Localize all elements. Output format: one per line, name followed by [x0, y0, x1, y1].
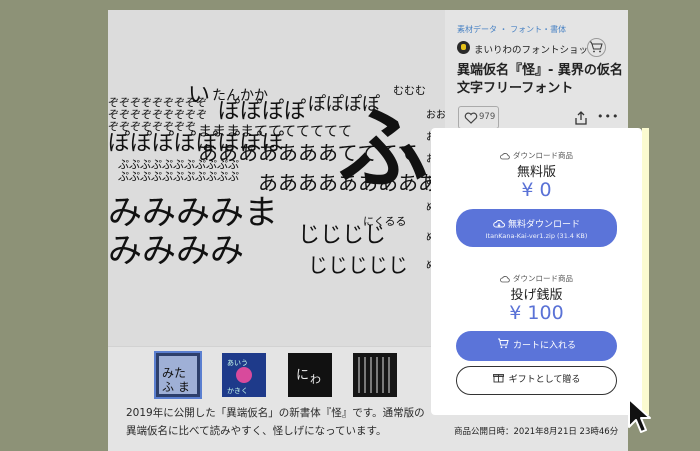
cart-icon — [497, 338, 509, 349]
svg-text:みみみみま: みみみみま — [108, 193, 278, 233]
shop-info: まいりわのフォントショップ — [457, 38, 607, 57]
svg-text:にくるる: にくるる — [363, 215, 407, 228]
purchase-card: ダウンロード商品 無料版 ¥ 0 無料ダウンロード ItanKana-Kai-v… — [431, 128, 642, 415]
svg-text:ふ: ふ — [338, 97, 428, 202]
thumbnail-strip: みたふ ま あいうかきく にわ — [108, 346, 445, 401]
shop-cart-button[interactable] — [587, 38, 606, 57]
plan-tip-price: ¥ 100 — [509, 302, 564, 324]
product-description: 2019年に公開した「異端仮名」の新書体『怪』です。通常版の異端仮名に比べて読み… — [126, 407, 425, 437]
svg-text:わ: わ — [310, 373, 321, 386]
svg-text:あいう: あいう — [227, 359, 248, 367]
thumbnail-2[interactable]: あいう かきく — [222, 353, 266, 397]
add-to-cart-label: カートに入れる — [512, 341, 576, 351]
breadcrumb[interactable]: 素材データ ・ フォント・書体 — [457, 24, 566, 35]
thumbnail-1[interactable]: みたふ ま — [154, 351, 202, 399]
svg-text:ぽぽぽぽ: ぽぽぽぽ — [218, 99, 306, 124]
thumbnail-3[interactable]: にわ — [288, 353, 332, 397]
svg-text:かきく: かきく — [227, 387, 248, 395]
gift-label: ギフトとして贈る — [508, 375, 581, 385]
svg-text:い: い — [188, 83, 210, 108]
free-download-button[interactable]: 無料ダウンロード ItanKana-Kai-ver1.zip (31.4 KB) — [456, 209, 617, 247]
font-sample-artwork: ぞぞぞぞぞぞぞぞぞ ぞぞぞぞぞぞぞぞぞ ぞぞぞぞぞぞぞぞ い たんかか ぽぽぽぽ… — [108, 83, 445, 277]
cloud-download-icon — [500, 153, 510, 160]
gift-icon — [492, 374, 504, 383]
add-to-cart-button[interactable]: カートに入れる — [456, 331, 617, 361]
like-button[interactable]: 979 — [458, 106, 499, 129]
gift-button[interactable]: ギフトとして贈る — [456, 366, 617, 395]
free-download-label: 無料ダウンロード — [507, 220, 580, 230]
mouse-cursor-icon — [628, 398, 651, 433]
thumbnail-4[interactable] — [353, 353, 397, 397]
more-icon[interactable]: ••• — [597, 111, 619, 122]
svg-text:じじじじじ: じじじじじ — [308, 253, 408, 277]
plan-tip-type: ダウンロード商品 — [500, 273, 573, 284]
svg-text:ふ ま: ふ ま — [162, 380, 190, 394]
plan-free-name: 無料版 — [516, 165, 556, 180]
plan-tip-name: 投げ銭版 — [510, 288, 563, 303]
product-title: 異端仮名『怪』- 異界の仮名文字フリーフォント — [457, 63, 623, 96]
plan-free-price: ¥ 0 — [521, 179, 552, 201]
shop-avatar[interactable] — [457, 41, 470, 54]
svg-text:おおお: おおお — [426, 109, 445, 121]
shop-name-link[interactable]: まいりわのフォントショップ — [474, 42, 598, 56]
svg-text:に: に — [296, 368, 309, 383]
svg-text:むむむ: むむむ — [393, 84, 426, 97]
cart-icon — [590, 41, 603, 53]
svg-text:みた: みた — [162, 366, 186, 380]
highlight-edge — [642, 128, 649, 415]
download-file-info: ItanKana-Kai-ver1.zip (31.4 KB) — [485, 232, 588, 240]
plan-free-type: ダウンロード商品 — [500, 150, 573, 161]
product-main-image[interactable]: ぞぞぞぞぞぞぞぞぞ ぞぞぞぞぞぞぞぞぞ ぞぞぞぞぞぞぞぞ い たんかか ぽぽぽぽ… — [108, 10, 445, 346]
svg-text:みみみみ: みみみみ — [108, 231, 244, 271]
share-icon[interactable] — [574, 110, 588, 126]
svg-text:ぷぷぷぷぷぷぷぷぷぷぷ: ぷぷぷぷぷぷぷぷぷぷぷ — [118, 170, 239, 183]
published-date: 商品公開日時：2021年8月21日 23時46分 — [454, 427, 619, 437]
cloud-download-icon — [493, 219, 505, 228]
heart-icon — [464, 112, 478, 124]
cloud-download-icon — [500, 276, 510, 283]
like-count: 979 — [479, 112, 496, 122]
svg-text:ままままててててててて: ままままててててててて — [198, 124, 352, 140]
